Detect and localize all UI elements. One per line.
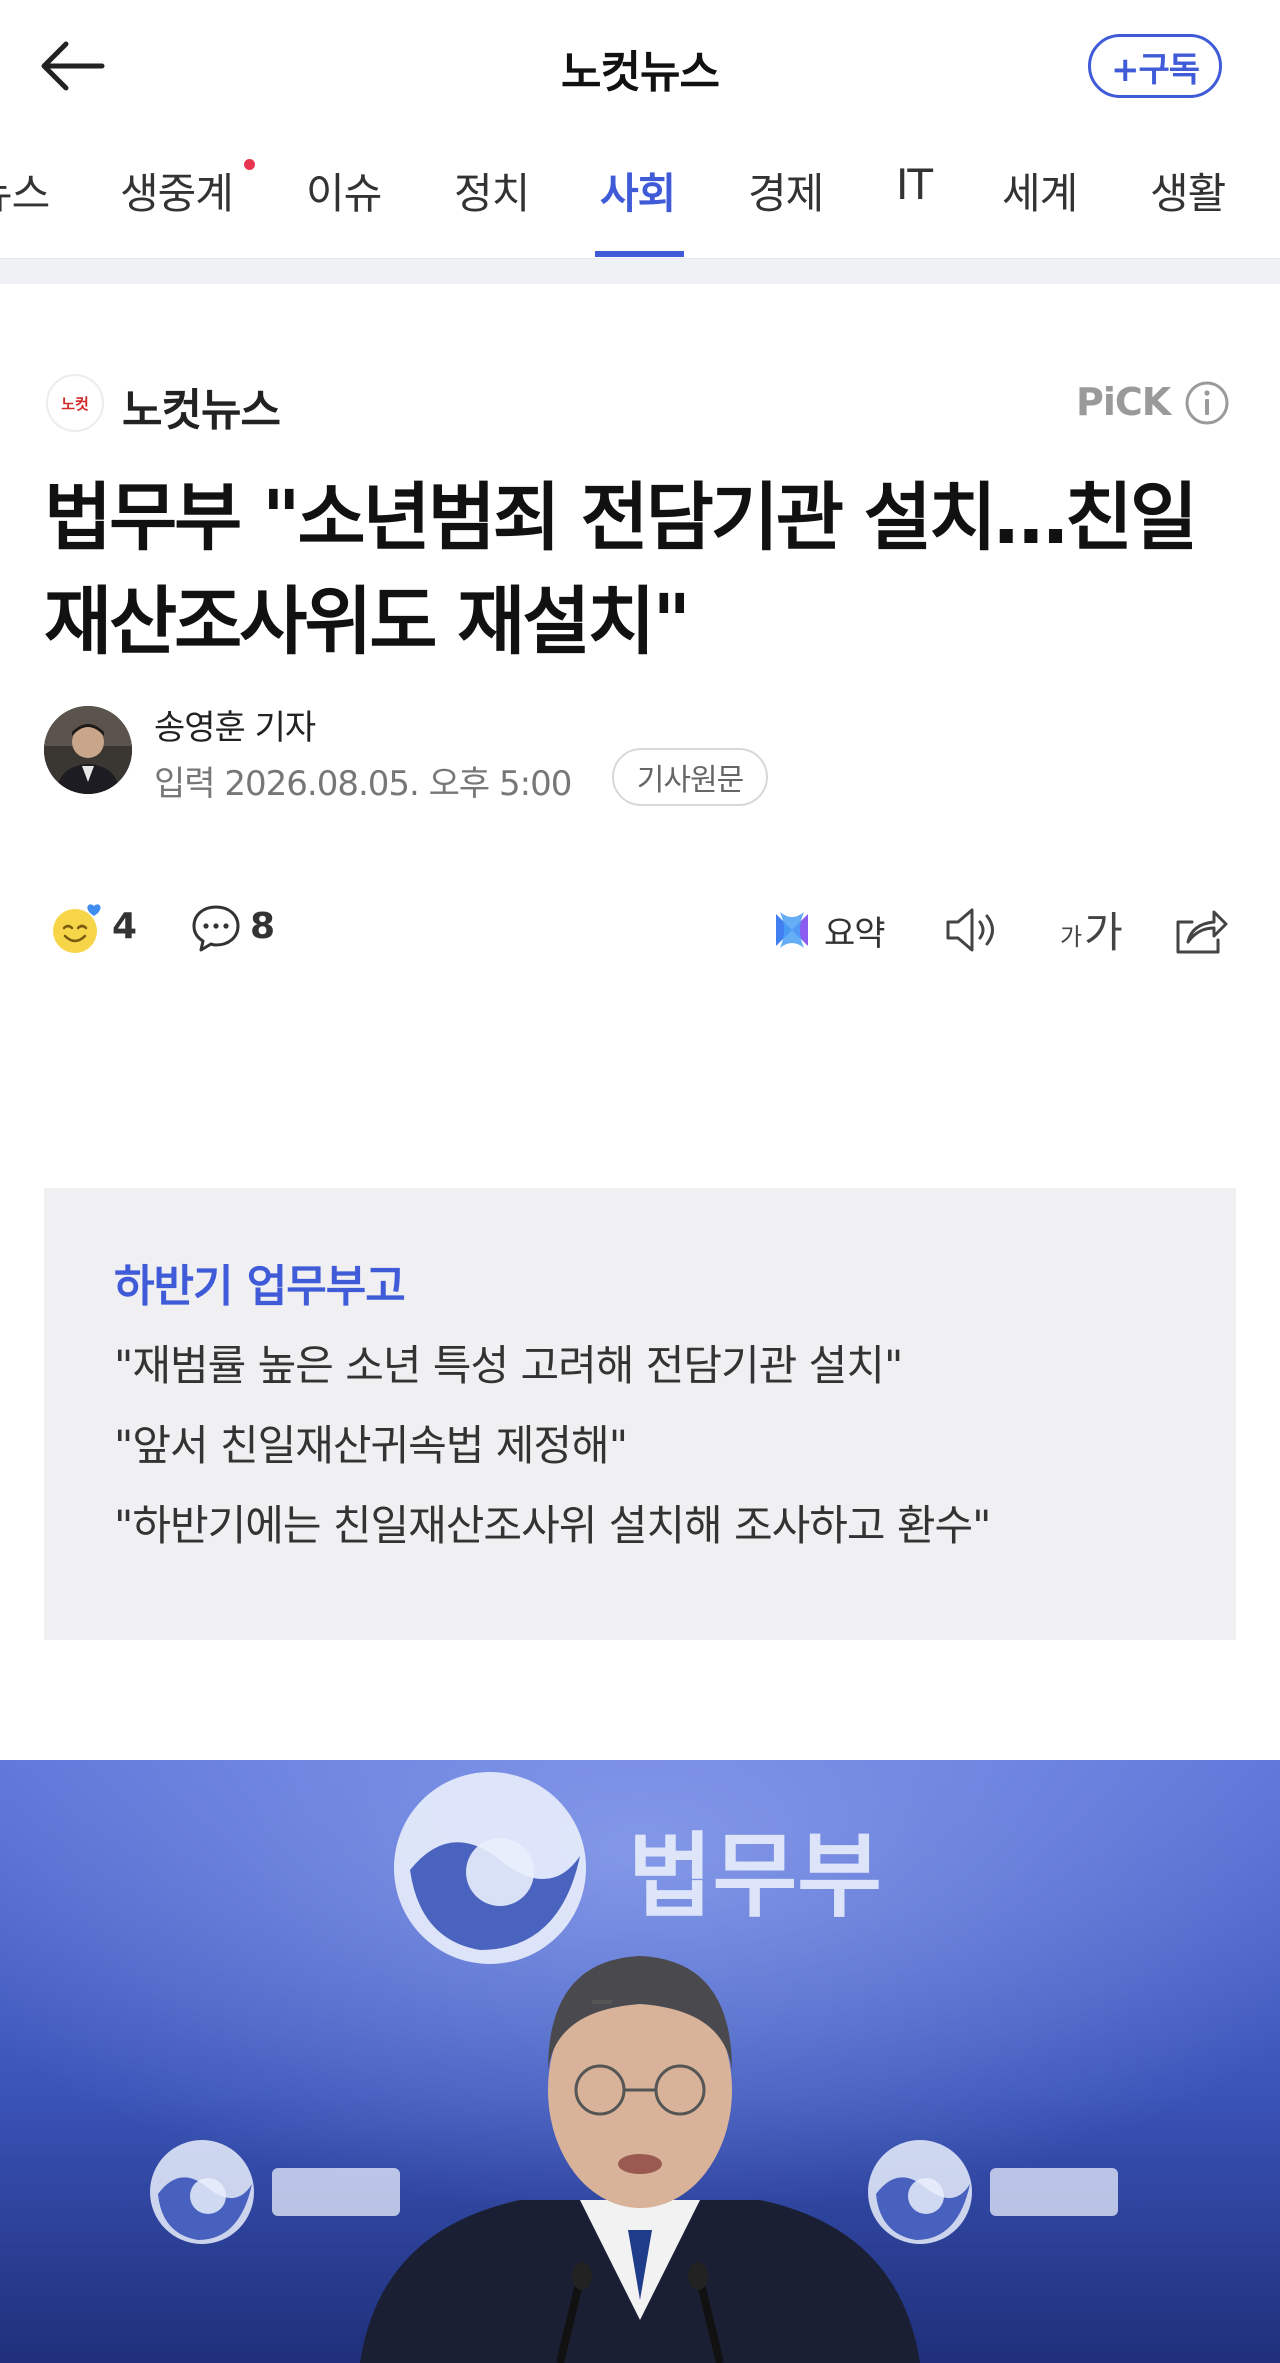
press-logo[interactable]: 노컷 <box>46 374 104 432</box>
live-indicator-dot <box>244 159 255 170</box>
category-tabs: 뉴스 생중계 이슈 정치 사회 경제 IT 세계 생활 <box>0 132 1280 260</box>
top-bar: 노컷뉴스 +구독 <box>0 0 1280 132</box>
tab-life[interactable]: 생활 <box>1150 160 1226 221</box>
summary-heading: 하반기 업무부고 <box>114 1261 406 1312</box>
summary-line-1: "재범률 높은 소년 특성 고려해 전담기관 설치" <box>114 1341 903 1390</box>
subscribe-button[interactable]: +구독 <box>1088 34 1222 98</box>
reaction-count: 4 <box>112 906 138 947</box>
sign-text: 법무부 <box>628 1823 882 1930</box>
share-icon[interactable] <box>1172 902 1230 958</box>
comment-icon[interactable] <box>190 902 242 954</box>
tab-economy[interactable]: 경제 <box>748 160 824 221</box>
tab-live[interactable]: 생중계 <box>120 160 234 221</box>
summary-line-3: "하반기에는 친일재산조사위 설치해 조사하고 환수" <box>114 1501 991 1550</box>
active-tab-indicator <box>595 251 684 257</box>
font-size-button[interactable]: 가 가 <box>1060 900 1123 960</box>
headline-line-1: 법무부 "소년범죄 전담기관 설치…친일 <box>44 475 1198 561</box>
original-article-button[interactable]: 기사원문 <box>612 748 768 806</box>
comment-count: 8 <box>250 906 276 947</box>
tab-politics[interactable]: 정치 <box>454 160 530 221</box>
pick-badge: PiCK <box>1076 380 1171 424</box>
tab-world[interactable]: 세계 <box>1002 160 1078 221</box>
font-size-small-label: 가 <box>1060 923 1083 951</box>
tab-it[interactable]: IT <box>896 160 933 209</box>
section-divider <box>0 258 1280 284</box>
reporter-name[interactable]: 송영훈 기자 <box>154 700 316 749</box>
summary-label: 요약 <box>824 913 886 954</box>
press-name[interactable]: 노컷뉴스 <box>122 374 281 438</box>
press-briefing-image: 법무부 <box>0 1760 1280 2363</box>
article-page: 노컷뉴스 +구독 뉴스 생중계 이슈 정치 사회 경제 IT 세계 생활 노컷 … <box>0 0 1280 2363</box>
headline-line-2: 재산조사위도 재설치" <box>44 579 691 665</box>
article-headline: 법무부 "소년범죄 전담기관 설치…친일 재산조사위도 재설치" <box>44 466 1244 674</box>
article-photo[interactable]: 법무부 <box>0 1760 1280 2363</box>
reporter-avatar[interactable] <box>44 706 132 794</box>
smile-reaction-icon[interactable] <box>50 902 104 956</box>
ai-summary-button[interactable]: 요약 <box>770 900 886 960</box>
summary-box: 하반기 업무부고 "재범률 높은 소년 특성 고려해 전담기관 설치" "앞서 … <box>44 1188 1236 1640</box>
tab-issue[interactable]: 이슈 <box>306 160 382 221</box>
speaker-icon[interactable] <box>944 902 1002 958</box>
ai-summary-icon <box>776 912 808 948</box>
font-size-big-label: 가 <box>1084 908 1123 957</box>
info-icon[interactable] <box>1184 380 1230 426</box>
summary-line-2: "앞서 친일재산귀속법 제정해" <box>114 1421 628 1470</box>
press-logo-text: 노컷 <box>61 394 89 413</box>
avatar-photo <box>44 706 132 794</box>
tab-news[interactable]: 뉴스 <box>0 160 50 221</box>
publish-date: 입력 2026.08.05. 오후 5:00 <box>154 764 572 804</box>
tab-society[interactable]: 사회 <box>600 160 676 221</box>
